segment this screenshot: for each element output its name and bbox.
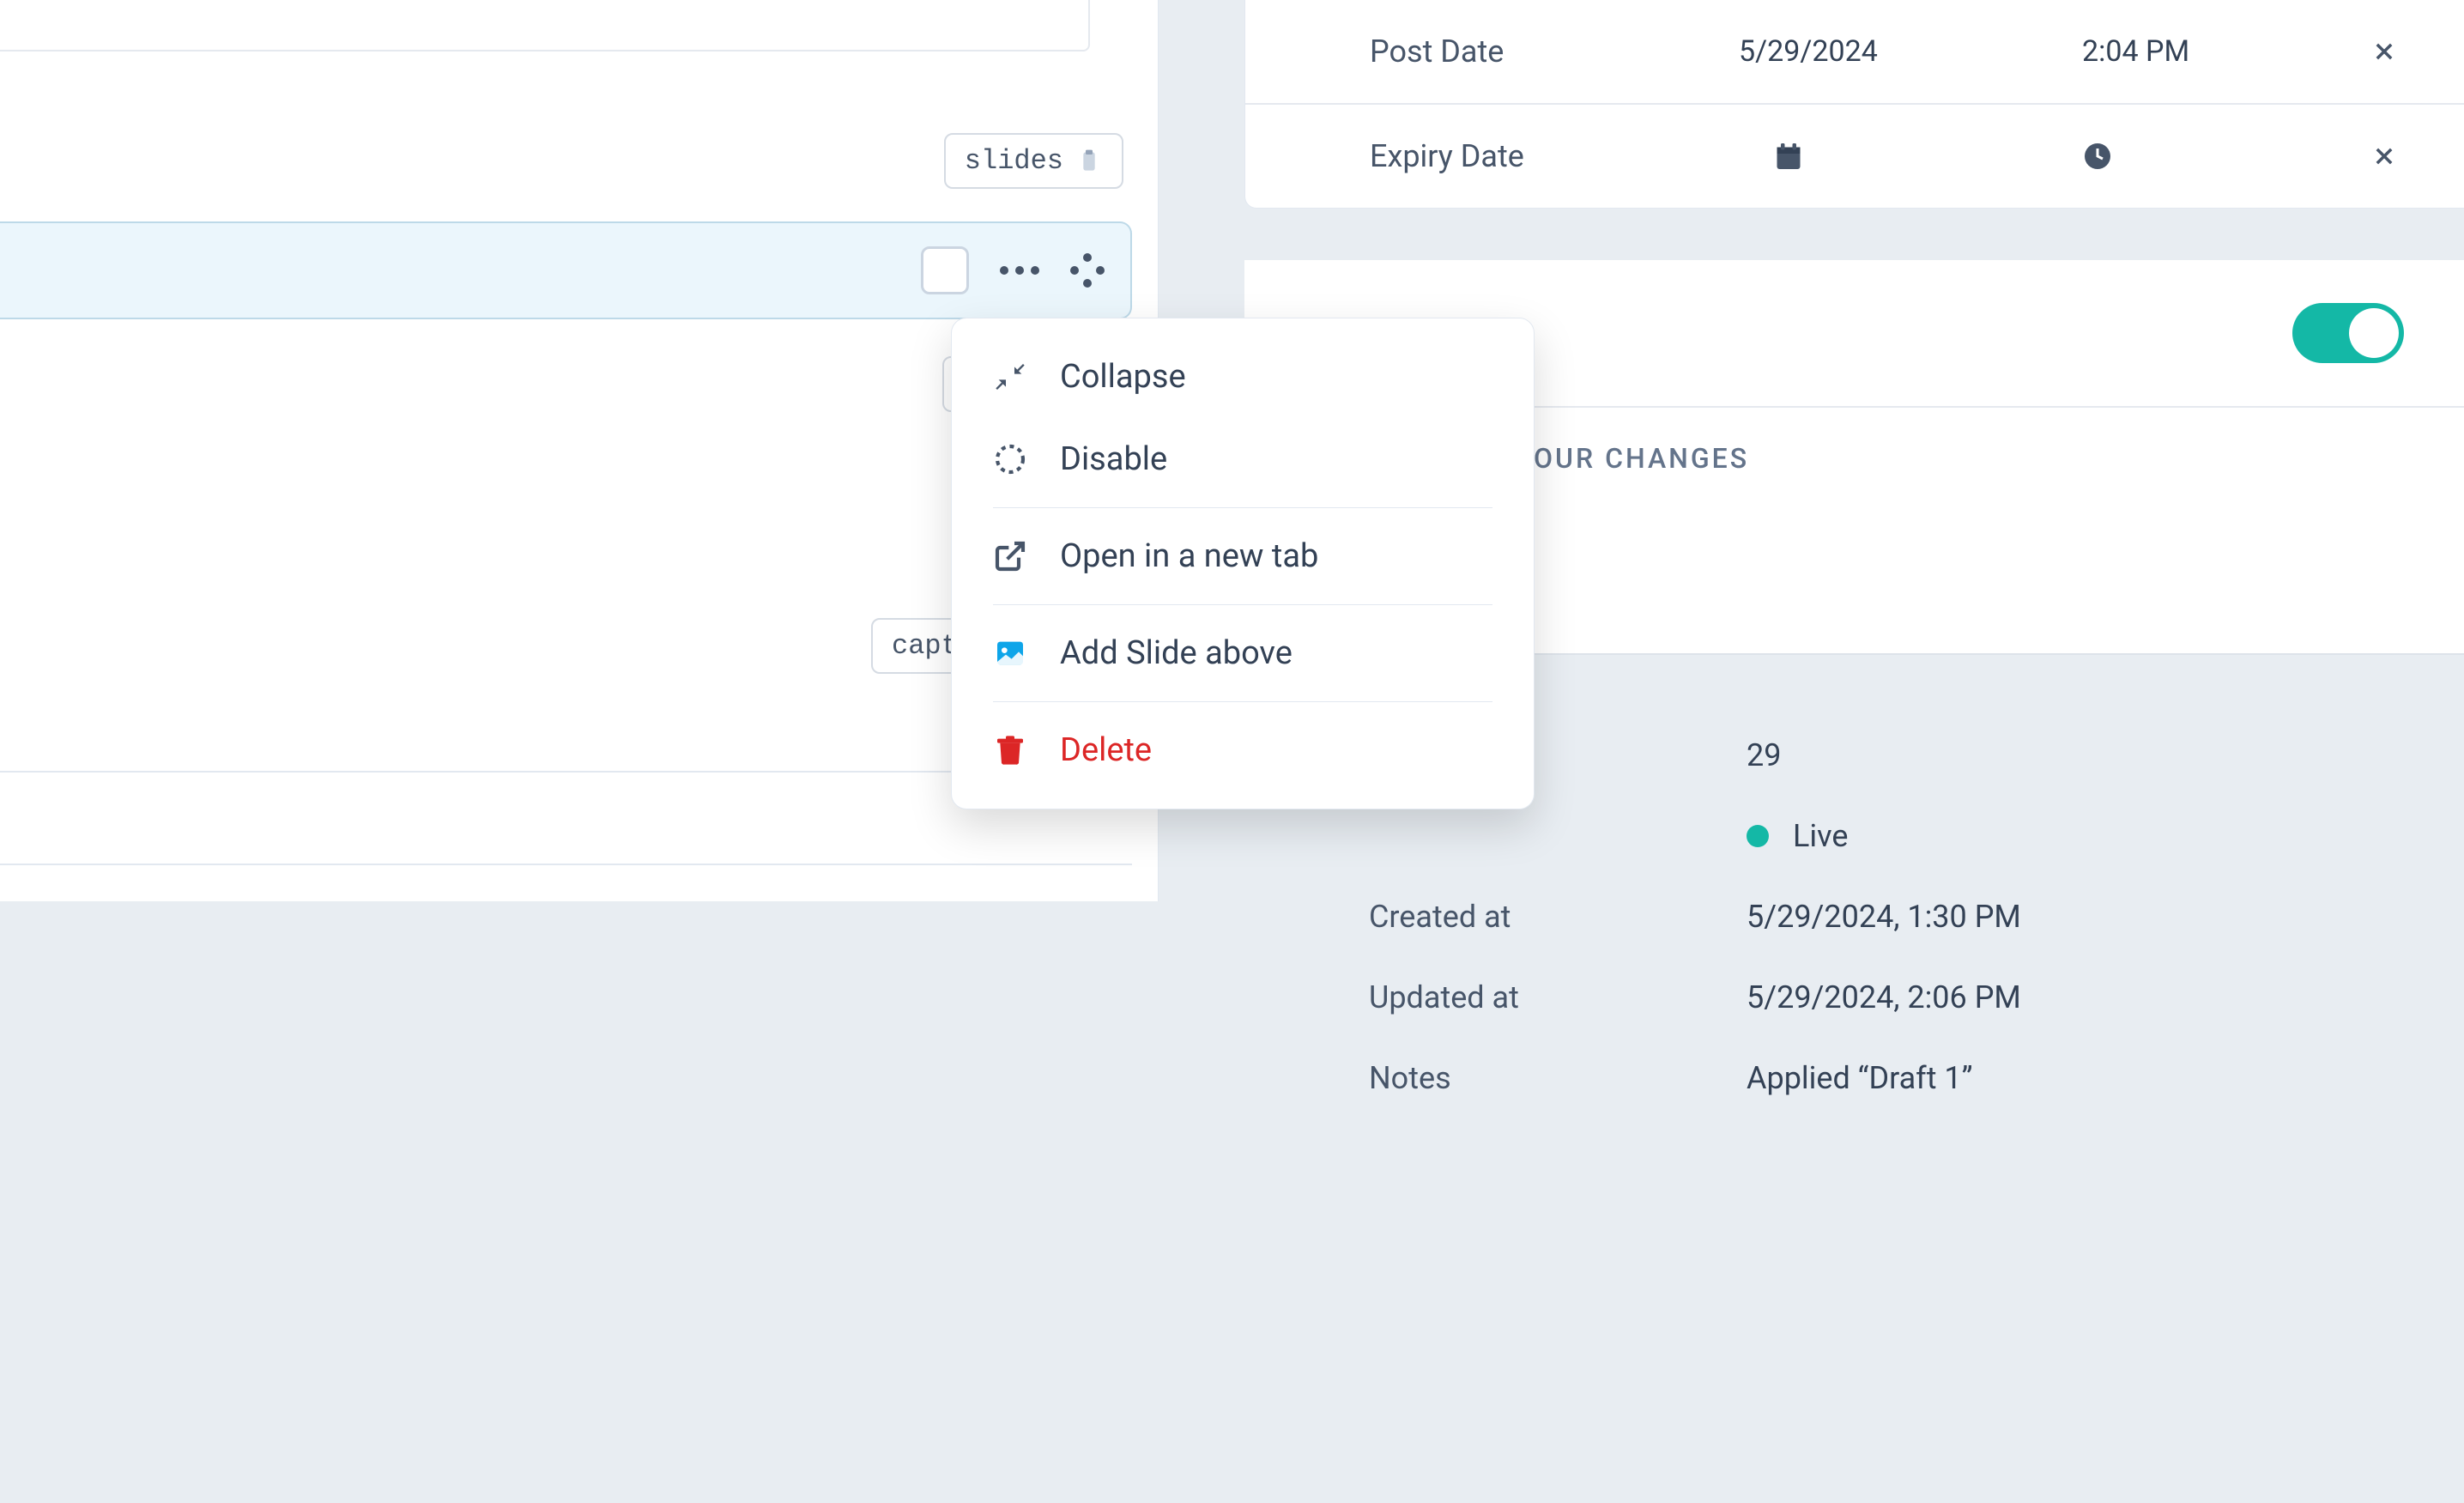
- updated-at-row: Updated at 5/29/2024, 2:06 PM: [1369, 957, 2464, 1038]
- post-time-value[interactable]: 2:04 PM: [2082, 34, 2365, 69]
- updated-at-value: 5/29/2024, 2:06 PM: [1747, 979, 2021, 1015]
- created-at-value: 5/29/2024, 1:30 PM: [1747, 899, 2021, 935]
- date-settings: Post Date 5/29/2024 2:04 PM Expiry Date: [1244, 0, 2464, 209]
- enabled-toggle[interactable]: [2292, 303, 2404, 363]
- post-date-row: Post Date 5/29/2024 2:04 PM: [1245, 0, 2464, 103]
- field-box: [0, 0, 1090, 52]
- expiry-date-row: Expiry Date: [1245, 103, 2464, 208]
- expiry-date-label: Expiry Date: [1370, 138, 1739, 174]
- drag-handle-icon[interactable]: [1070, 253, 1105, 288]
- collapse-icon: [993, 360, 1027, 394]
- slide-context-menu: Collapse Disable Open in a new tab: [951, 318, 1535, 809]
- delete-menu-item[interactable]: Delete: [952, 709, 1534, 791]
- open-new-tab-label: Open in a new tab: [1060, 537, 1318, 575]
- collapse-label: Collapse: [1060, 358, 1186, 396]
- updated-at-label: Updated at: [1369, 979, 1747, 1015]
- trash-icon: [993, 733, 1027, 767]
- disable-label: Disable: [1060, 440, 1167, 478]
- disable-menu-item[interactable]: Disable: [952, 418, 1534, 500]
- disable-icon: [993, 442, 1027, 476]
- more-options-icon[interactable]: [1000, 266, 1039, 275]
- slides-tag-label: slides: [965, 145, 1063, 177]
- status-row: Live: [1369, 796, 2464, 876]
- clipboard-icon: [1075, 146, 1103, 177]
- created-at-row: Created at 5/29/2024, 1:30 PM: [1369, 876, 2464, 957]
- notes-label: Notes: [1369, 1060, 1747, 1096]
- collapse-menu-item[interactable]: Collapse: [952, 336, 1534, 418]
- post-date-value[interactable]: 5/29/2024: [1739, 34, 2082, 69]
- open-new-tab-menu-item[interactable]: Open in a new tab: [952, 515, 1534, 597]
- clear-expiry-date-button[interactable]: [2365, 137, 2403, 175]
- slide-item-row[interactable]: [0, 221, 1132, 319]
- notes-row: Notes Applied “Draft 1”: [1369, 1038, 2464, 1118]
- slides-field-tag[interactable]: slides: [944, 133, 1123, 189]
- image-icon: [993, 636, 1027, 670]
- delete-label: Delete: [1060, 731, 1152, 769]
- menu-divider: [993, 507, 1492, 508]
- slide-checkbox[interactable]: [921, 246, 969, 294]
- menu-divider: [993, 604, 1492, 605]
- add-slide-above-label: Add Slide above: [1060, 634, 1293, 672]
- menu-divider: [993, 701, 1492, 702]
- toggle-thumb: [2349, 308, 2399, 358]
- created-at-label: Created at: [1369, 899, 1747, 935]
- notes-value: Applied “Draft 1”: [1747, 1060, 1973, 1096]
- add-slide-above-menu-item[interactable]: Add Slide above: [952, 612, 1534, 694]
- clock-icon[interactable]: [2082, 141, 2113, 172]
- external-link-icon: [993, 539, 1027, 573]
- calendar-icon[interactable]: [1773, 141, 1804, 172]
- status-value: Live: [1793, 818, 1848, 854]
- id-value: 29: [1747, 737, 1781, 773]
- status-dot-icon: [1747, 825, 1769, 847]
- post-date-label: Post Date: [1370, 33, 1739, 70]
- clear-post-date-button[interactable]: [2365, 33, 2403, 70]
